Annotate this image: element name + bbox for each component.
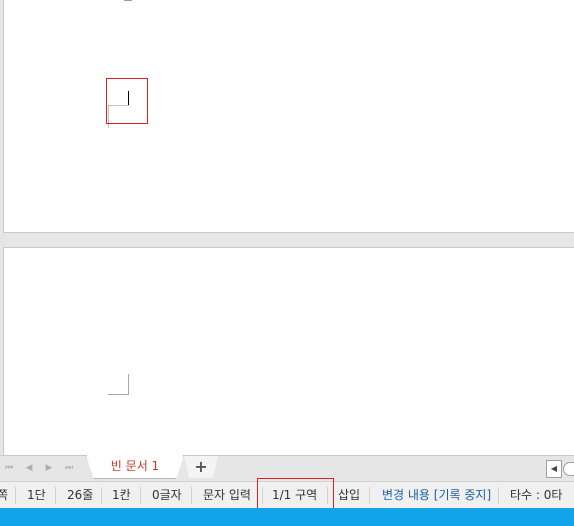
status-cell[interactable]: 1칸	[112, 482, 131, 509]
caret-highlight-box	[106, 78, 148, 124]
status-column[interactable]: 1단	[27, 482, 46, 509]
next-tab-icon[interactable]: ▶	[44, 462, 54, 474]
status-line[interactable]: 26줄	[67, 482, 93, 509]
status-char-count[interactable]: 0글자	[152, 482, 182, 509]
status-typing-speed[interactable]: 타수 : 0타	[510, 482, 562, 509]
scroll-left-icon[interactable]: ◀	[546, 460, 562, 478]
document-page-1[interactable]	[3, 0, 574, 233]
document-page-2[interactable]	[3, 247, 574, 459]
add-tab-button[interactable]: +	[184, 456, 218, 478]
status-insert-mode[interactable]: 삽입	[338, 482, 360, 509]
prev-tab-icon[interactable]: ◀	[24, 462, 34, 474]
ruler-marker	[124, 0, 132, 1]
margin-corner-bottom	[108, 374, 129, 395]
horizontal-scrollbar-thumb[interactable]	[563, 462, 574, 476]
status-track-changes[interactable]: 변경 내용 [기록 중지]	[382, 482, 491, 509]
tab-document-1[interactable]: 빈 문서 1	[86, 455, 184, 479]
status-input-mode[interactable]: 문자 입력	[203, 482, 251, 509]
last-tab-icon[interactable]: ⏭	[64, 462, 74, 474]
first-tab-icon[interactable]: ⏮	[4, 462, 14, 474]
status-page[interactable]: 쪽	[0, 482, 8, 509]
taskbar	[0, 508, 574, 526]
